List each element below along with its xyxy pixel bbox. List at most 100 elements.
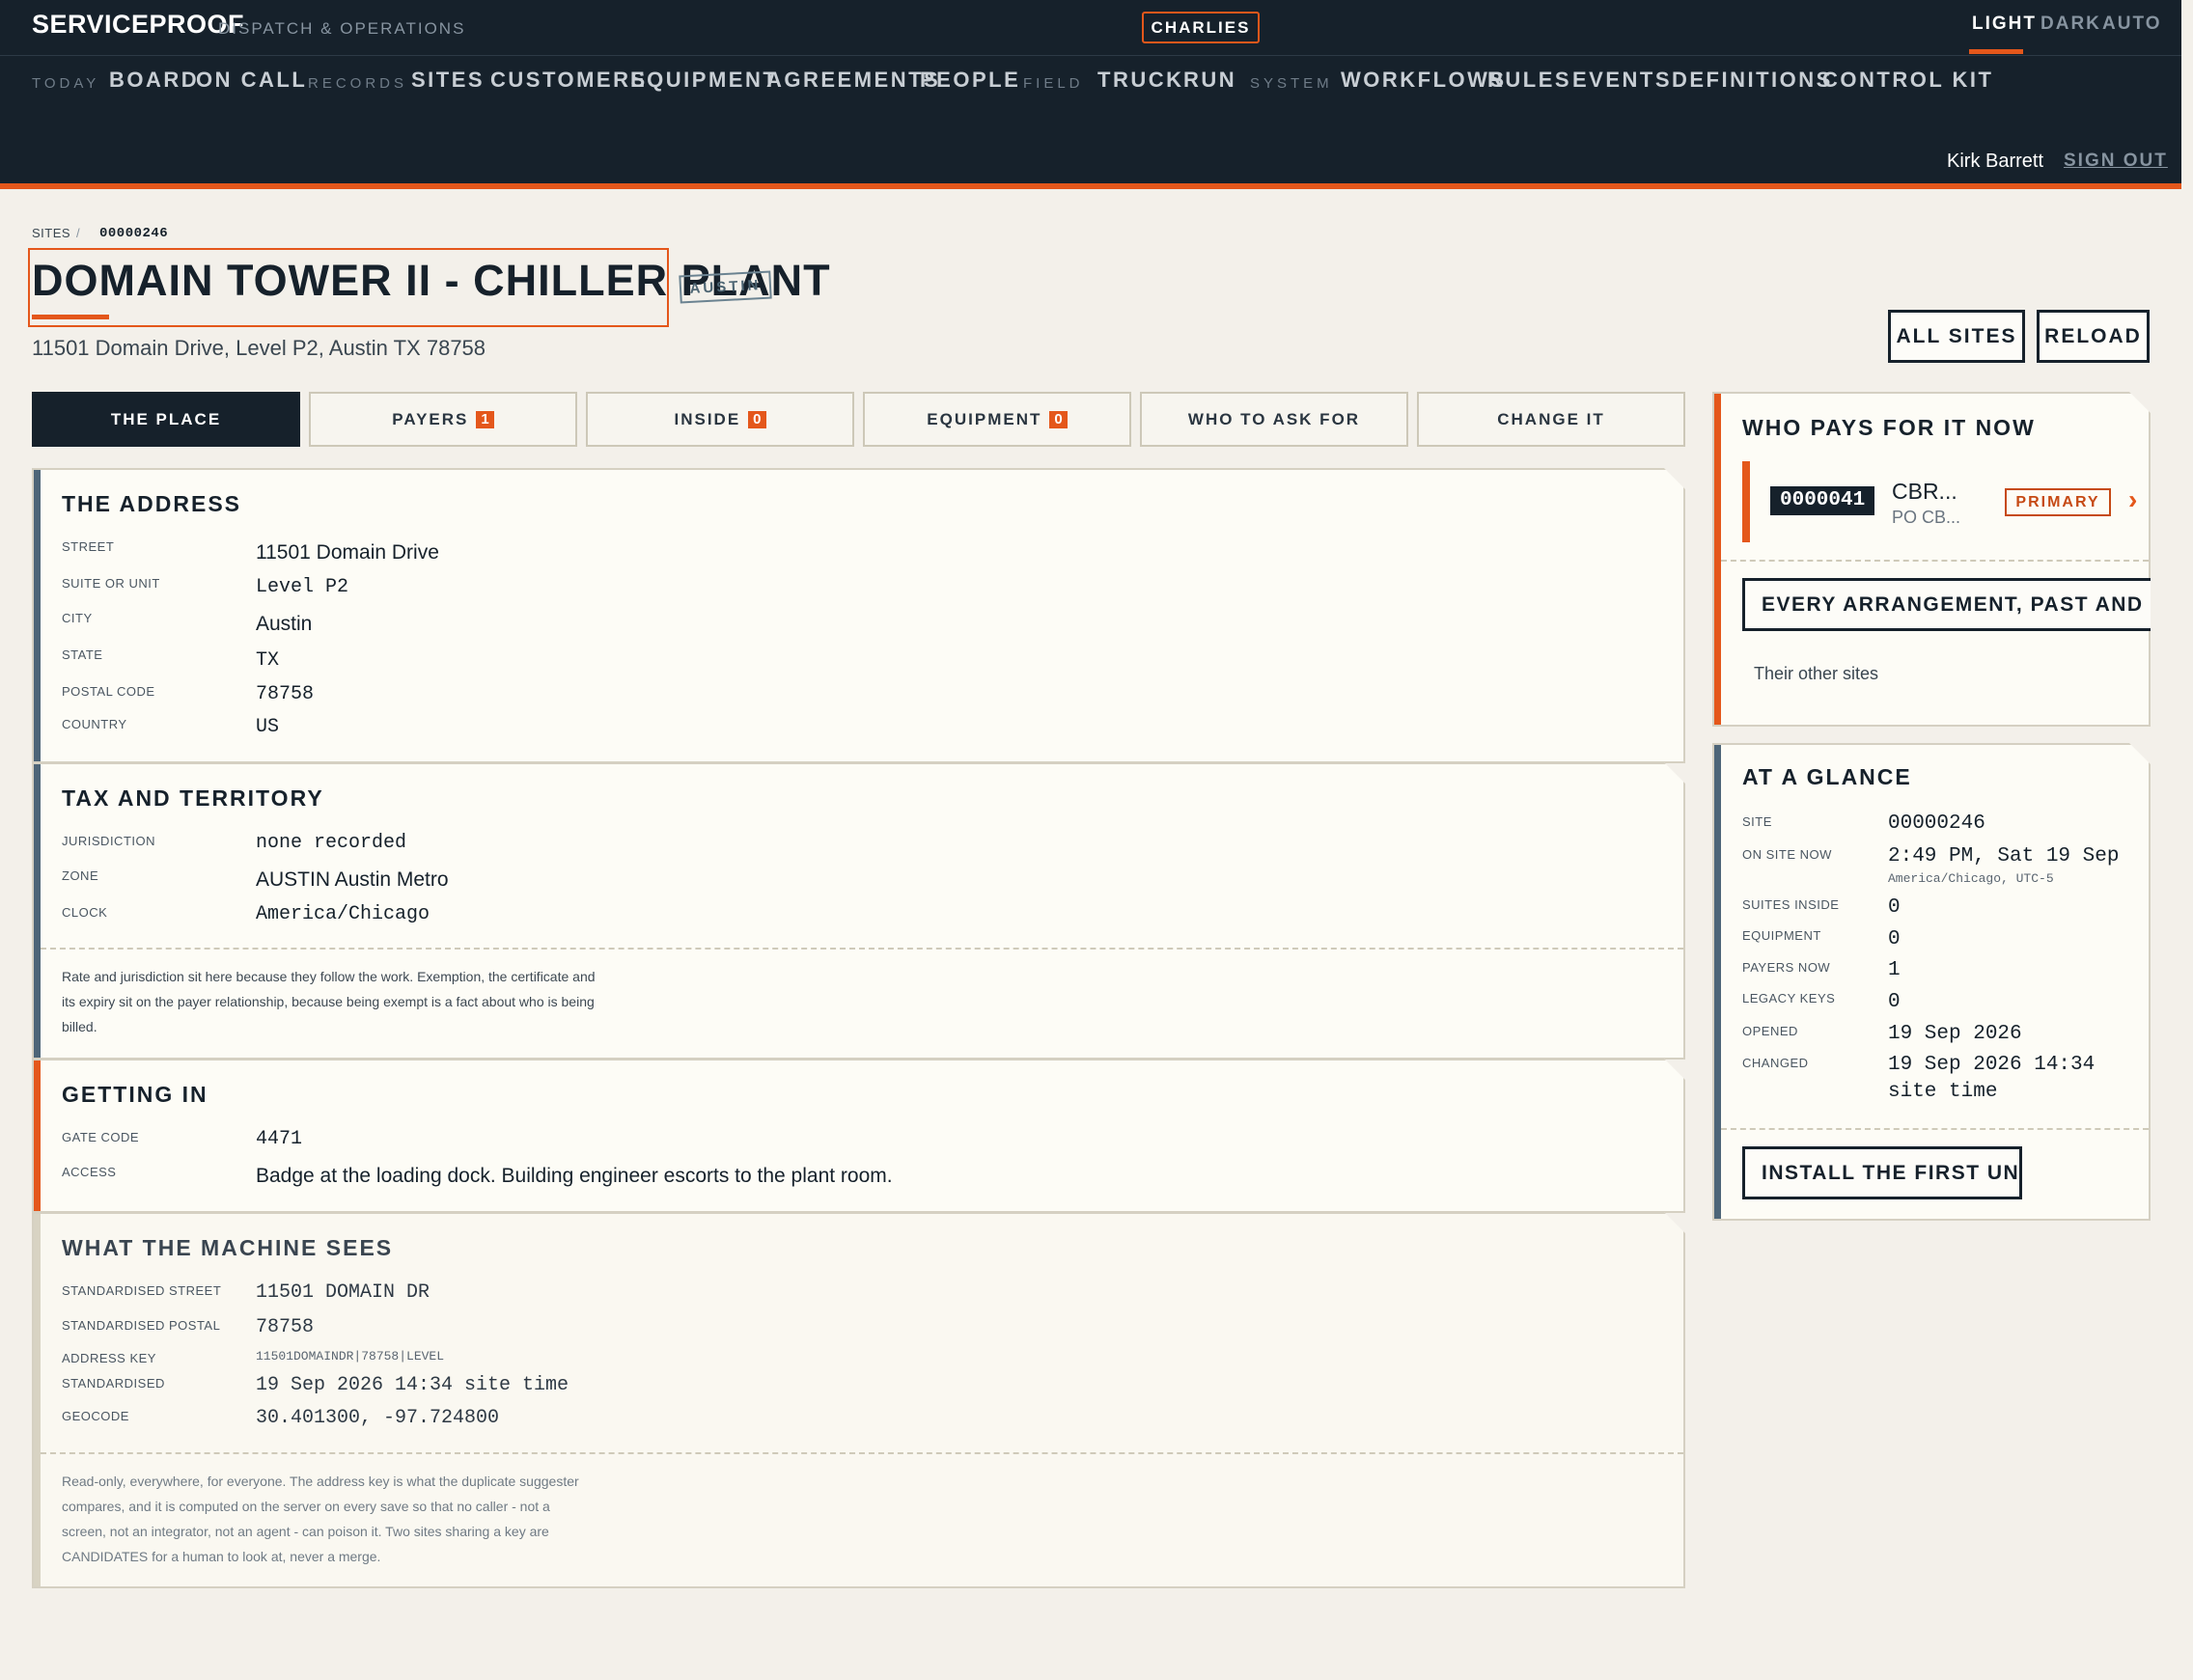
tab-who-to-ask-for[interactable]: WHO TO ASK FOR — [1140, 392, 1408, 447]
payer-card[interactable]: 0000041 CBR... PO CB... PRIMARY › — [1742, 461, 2148, 542]
dashed-divider — [1721, 1128, 2149, 1130]
zone-value: AUSTIN Austin Metro — [256, 868, 449, 891]
payer-id-badge: 0000041 — [1770, 486, 1874, 515]
nav-definitions[interactable]: DEFINITIONS — [1672, 68, 1833, 93]
nav-group-field: FIELD — [1023, 75, 1084, 92]
machine-panel: WHAT THE MACHINE SEES STANDARDISED STREE… — [32, 1212, 1685, 1588]
breadcrumb-current: 00000246 — [99, 226, 169, 241]
tab-label: THE PLACE — [110, 410, 222, 428]
brand-logo[interactable]: SERVICEPROOF — [32, 10, 244, 40]
brand-subtitle: DISPATCH & OPERATIONS — [218, 19, 466, 38]
payers-now-value: 1 — [1888, 959, 1901, 981]
theme-light-button[interactable]: LIGHT — [1972, 14, 2037, 35]
tab-inside[interactable]: INSIDE 0 — [586, 392, 854, 447]
nav-run[interactable]: RUN — [1183, 68, 1236, 93]
tab-equipment[interactable]: EQUIPMENT 0 — [863, 392, 1131, 447]
field-label: COUNTRY — [62, 717, 127, 731]
tax-note: Rate and jurisdiction sit here because t… — [62, 969, 596, 1034]
section-title: GETTING IN — [62, 1082, 208, 1107]
field-label: CHANGED — [1742, 1056, 1809, 1070]
postal-value: 78758 — [256, 683, 315, 705]
tab-payers[interactable]: PAYERS 1 — [309, 392, 577, 447]
sign-out-link[interactable]: SIGN OUT — [2064, 151, 2168, 172]
panel-accent-bar — [1714, 745, 1721, 1219]
field-label: STATE — [62, 647, 103, 662]
nav-agreements[interactable]: AGREEMENTS — [766, 68, 940, 93]
nav-sites[interactable]: SITES — [411, 68, 485, 93]
geocode-value: 30.401300, -97.724800 — [256, 1407, 500, 1429]
field-label: SITE — [1742, 814, 1772, 829]
opened-value: 19 Sep 2026 — [1888, 1023, 2022, 1045]
standardised-value: 19 Sep 2026 14:34 site time — [256, 1374, 569, 1396]
tab-count-badge: 0 — [1049, 411, 1068, 428]
legacy-keys-value: 0 — [1888, 991, 1901, 1013]
all-sites-button[interactable]: ALL SITES — [1888, 310, 2025, 363]
dashed-divider — [41, 948, 1683, 950]
machine-note: Read-only, everywhere, for everyone. The… — [62, 1473, 579, 1564]
theme-auto-button[interactable]: AUTO — [2102, 14, 2161, 35]
access-panel: GETTING IN GATE CODE 4471 ACCESS Badge a… — [32, 1059, 1685, 1213]
tax-panel: TAX AND TERRITORY JURISDICTION none reco… — [32, 762, 1685, 1060]
gate-code-value: 4471 — [256, 1128, 303, 1150]
panel-accent-bar — [34, 470, 41, 761]
payer-address: PO CB... — [1892, 508, 1961, 527]
every-arrangement-button[interactable]: EVERY ARRANGEMENT, PAST AND PRESENT — [1742, 578, 2167, 631]
nav-group-system: SYSTEM — [1250, 75, 1333, 92]
tenant-switcher[interactable]: CHARLIES — [1142, 12, 1260, 43]
tab-change-it[interactable]: CHANGE IT — [1417, 392, 1685, 447]
field-label: SUITES INSIDE — [1742, 897, 1840, 912]
nav-equipment[interactable]: EQUIPMENT — [630, 68, 778, 93]
tab-label: PAYERS — [392, 410, 469, 428]
state-value: TX — [256, 649, 280, 672]
theme-active-indicator — [1969, 49, 2023, 54]
nav-customers[interactable]: CUSTOMERS — [490, 68, 648, 93]
jurisdiction-value: none recorded — [256, 832, 407, 854]
field-label: SUITE OR UNIT — [62, 576, 160, 591]
top-bar: SERVICEPROOF DISPATCH & OPERATIONS CHARL… — [0, 0, 2181, 189]
nav-group-records: RECORDS — [308, 75, 408, 92]
other-sites-link[interactable]: Their other sites — [1754, 664, 1878, 684]
breadcrumb-separator: / — [76, 226, 80, 240]
field-label: GEOCODE — [62, 1409, 129, 1423]
on-site-now-value: 2:49 PM, Sat 19 Sep — [1888, 845, 2120, 868]
field-label: STANDARDISED — [62, 1376, 165, 1391]
nav-rules[interactable]: RULES — [1487, 68, 1571, 93]
std-postal-value: 78758 — [256, 1316, 315, 1338]
nav-events[interactable]: EVENTS — [1572, 68, 1672, 93]
field-label: PAYERS NOW — [1742, 960, 1831, 975]
city-value: Austin — [256, 613, 313, 635]
section-title: THE ADDRESS — [62, 491, 241, 516]
field-label: GATE CODE — [62, 1130, 140, 1144]
nav-on-call[interactable]: ON CALL — [196, 68, 307, 93]
field-label: CLOCK — [62, 905, 108, 920]
theme-dark-button[interactable]: DARK — [2040, 14, 2101, 35]
tab-count-badge: 0 — [748, 411, 766, 428]
access-value: Badge at the loading dock. Building engi… — [256, 1165, 893, 1187]
current-user-name: Kirk Barrett — [1947, 151, 2044, 172]
payer-panel: WHO PAYS FOR IT NOW 0000041 CBR... PO CB… — [1712, 392, 2151, 727]
payer-accent-bar — [1742, 461, 1750, 542]
install-first-unit-button[interactable]: INSTALL THE FIRST UNIT — [1742, 1146, 2022, 1199]
field-label: STANDARDISED STREET — [62, 1283, 222, 1298]
field-label: JURISDICTION — [62, 834, 155, 848]
primary-badge: PRIMARY — [2005, 488, 2111, 516]
panel-accent-bar — [1714, 394, 1721, 725]
std-street-value: 11501 DOMAIN DR — [256, 1281, 430, 1304]
panel-accent-bar — [34, 1214, 41, 1586]
nav-workflows[interactable]: WORKFLOWS — [1341, 68, 1507, 93]
changed-value: 19 Sep 2026 14:34 — [1888, 1054, 2096, 1076]
nav-truck[interactable]: TRUCK — [1097, 68, 1184, 93]
chevron-right-icon[interactable]: › — [2128, 484, 2137, 515]
field-label: ZONE — [62, 868, 99, 883]
nav-board[interactable]: BOARD — [109, 68, 199, 93]
reload-button[interactable]: RELOAD — [2037, 310, 2150, 363]
section-title: WHAT THE MACHINE SEES — [62, 1235, 394, 1260]
site-address: 11501 Domain Drive, Level P2, Austin TX … — [32, 336, 486, 360]
nav-people[interactable]: PEOPLE — [920, 68, 1020, 93]
tab-the-place[interactable]: THE PLACE — [32, 392, 300, 447]
field-label: ACCESS — [62, 1165, 117, 1179]
field-label: POSTAL CODE — [62, 684, 155, 699]
nav-control-kit[interactable]: CONTROL KIT — [1822, 68, 1993, 93]
breadcrumb-sites[interactable]: SITES — [32, 226, 70, 240]
changed-suffix: site time — [1888, 1081, 1998, 1103]
